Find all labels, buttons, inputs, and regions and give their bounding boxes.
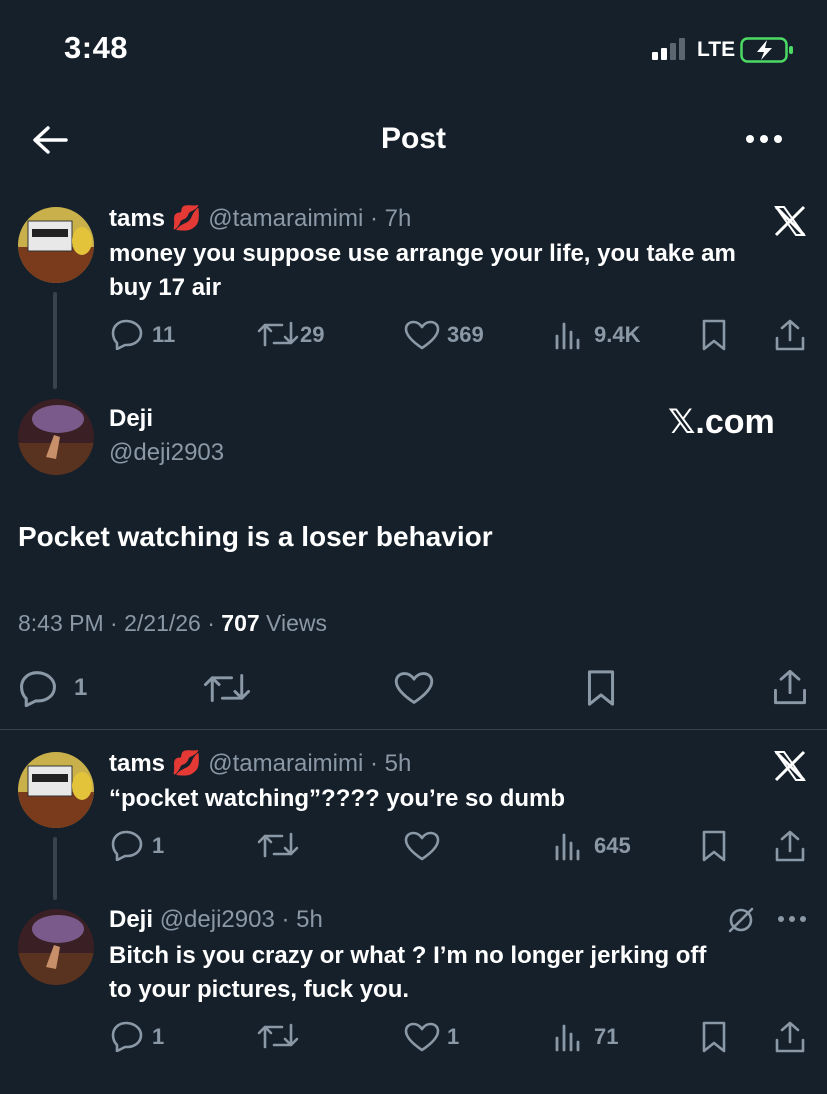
- x-logo-icon: [774, 750, 806, 782]
- like-count: 369: [447, 322, 484, 347]
- thread-line: [53, 292, 57, 389]
- network-label: LTE: [697, 38, 736, 61]
- reply-icon[interactable]: [18, 669, 58, 707]
- view-count: 645: [594, 833, 631, 858]
- share-icon[interactable]: [774, 318, 806, 352]
- view-count: 9.4K: [594, 322, 641, 347]
- status-time: 3:48: [64, 30, 129, 65]
- bookmark-icon[interactable]: [701, 318, 727, 352]
- tweet-text-line: money you suppose use arrange your life,…: [109, 240, 736, 267]
- tweet-time: 7h: [384, 205, 412, 232]
- heart-icon[interactable]: [404, 1022, 440, 1052]
- page-title: Post: [380, 122, 446, 155]
- views-icon[interactable]: [554, 1022, 582, 1052]
- dot-separator: ·: [363, 750, 385, 777]
- tweet-text-line: to your pictures, fuck you.: [109, 976, 410, 1003]
- display-name[interactable]: Deji: [109, 906, 153, 933]
- share-icon[interactable]: [772, 668, 808, 706]
- heart-icon[interactable]: [404, 831, 440, 861]
- reply-count: 1: [152, 1024, 165, 1049]
- heart-icon[interactable]: [394, 671, 434, 705]
- more-options-icon[interactable]: [777, 913, 807, 925]
- reply-count: 1: [74, 674, 88, 701]
- main-tweet-text: Pocket watching is a loser behavior: [18, 521, 493, 552]
- tweet-text: Bitch is you crazy or what ? I’m no long…: [109, 939, 819, 1007]
- reply-icon[interactable]: [110, 318, 144, 350]
- avatar-tams[interactable]: [18, 207, 94, 283]
- battery-charging-icon: [740, 37, 793, 63]
- tweet-meta: 8:43 PM · 2/21/26 · 707 Views: [18, 610, 327, 637]
- avatar-tams[interactable]: [18, 752, 94, 828]
- heart-icon[interactable]: [404, 320, 440, 350]
- lips-emoji: 💋: [171, 750, 202, 777]
- display-name[interactable]: tams: [109, 205, 165, 232]
- signal-icon: [652, 38, 685, 60]
- views-icon[interactable]: [554, 320, 582, 350]
- like-count: 1: [447, 1024, 460, 1049]
- tweet-text-line: buy 17 air: [109, 274, 222, 301]
- reply-icon[interactable]: [110, 1020, 144, 1052]
- grok-icon[interactable]: [726, 905, 756, 935]
- share-icon[interactable]: [774, 1020, 806, 1054]
- thread-line: [53, 837, 57, 900]
- dot-separator: ·: [363, 205, 385, 232]
- x-logo-icon: [774, 205, 806, 237]
- tweet-header: tams 💋 @tamaraimimi · 5h: [109, 749, 411, 778]
- reply-count: 1: [152, 833, 165, 858]
- lips-emoji: 💋: [171, 205, 202, 232]
- bookmark-icon[interactable]: [586, 668, 616, 708]
- avatar-deji[interactable]: [18, 909, 94, 985]
- divider: [0, 729, 827, 730]
- handle[interactable]: @tamaraimimi: [208, 750, 363, 777]
- handle[interactable]: @tamaraimimi: [208, 205, 363, 232]
- tweet-time: 5h: [296, 906, 323, 933]
- view-count: 71: [594, 1024, 619, 1049]
- tweet-time: 5h: [384, 750, 412, 777]
- views-count: 707: [221, 610, 260, 636]
- bookmark-icon[interactable]: [701, 829, 727, 863]
- avatar-deji[interactable]: [18, 399, 94, 475]
- display-name[interactable]: tams: [109, 750, 165, 777]
- retweet-icon[interactable]: [256, 319, 300, 349]
- retweet-icon[interactable]: [256, 830, 300, 860]
- tweet-timestamp: 8:43 PM · 2/21/26 ·: [18, 610, 222, 636]
- reply-icon[interactable]: [110, 829, 144, 861]
- views-icon[interactable]: [554, 831, 582, 861]
- retweet-icon[interactable]: [256, 1021, 300, 1051]
- views-label[interactable]: Views: [260, 610, 327, 636]
- tweet-header: Deji @deji2903 · 5h: [109, 906, 323, 934]
- bookmark-icon[interactable]: [701, 1020, 727, 1054]
- display-name[interactable]: Deji: [109, 405, 153, 433]
- xcom-watermark: 𝕏.com: [668, 403, 775, 441]
- tweet-text: money you suppose use arrange your life,…: [109, 237, 819, 305]
- tweet-text-line: Bitch is you crazy or what ? I’m no long…: [109, 942, 707, 969]
- tweet-header: tams 💋 @tamaraimimi · 7h: [109, 204, 411, 233]
- handle[interactable]: @deji2903: [109, 439, 224, 467]
- retweet-icon[interactable]: [202, 671, 252, 705]
- dot-separator: ·: [274, 906, 297, 933]
- handle[interactable]: @deji2903: [160, 906, 275, 933]
- tweet-text: “pocket watching”???? you’re so dumb: [109, 785, 566, 812]
- more-options-icon[interactable]: [744, 132, 784, 146]
- share-icon[interactable]: [774, 829, 806, 863]
- reply-count: 11: [152, 322, 176, 347]
- retweet-count: 29: [300, 322, 325, 347]
